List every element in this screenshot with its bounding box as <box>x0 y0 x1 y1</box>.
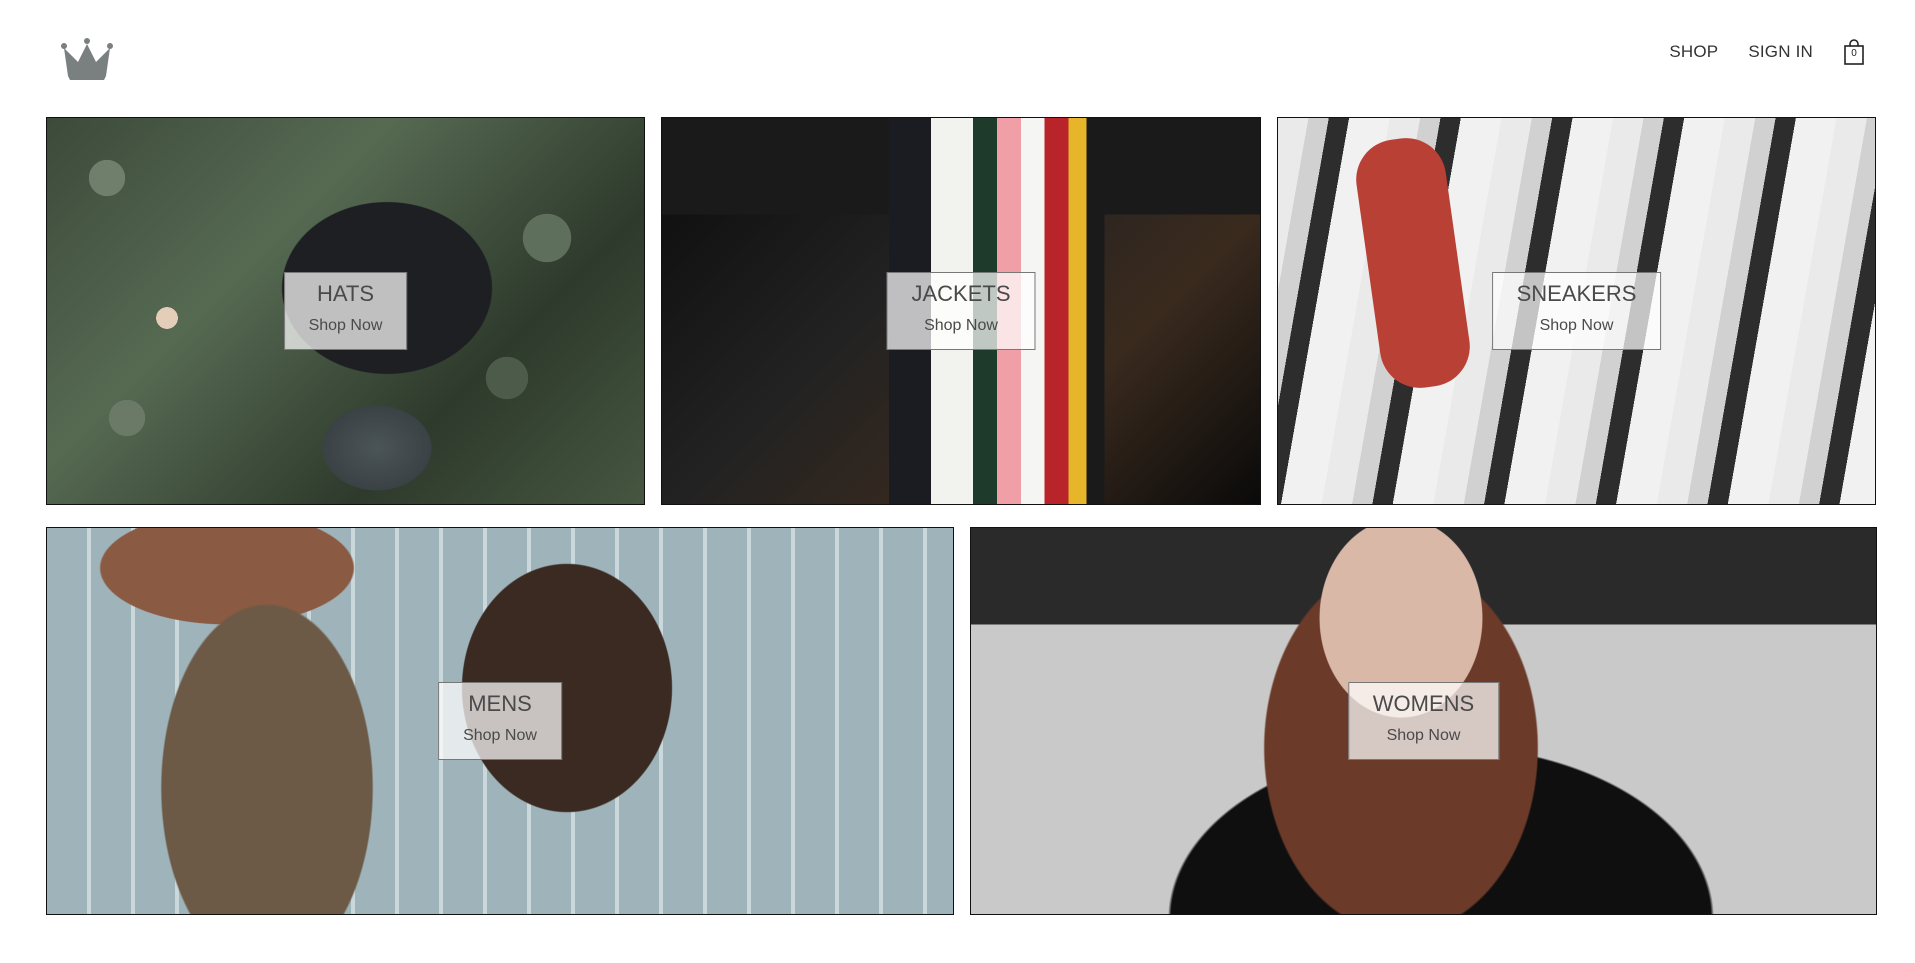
category-title: MENS <box>468 691 532 716</box>
shop-now-link[interactable]: Shop Now <box>463 723 537 749</box>
shop-now-link[interactable]: Shop Now <box>1373 723 1474 749</box>
site-header: SHOP SIGN IN 0 <box>0 0 1915 110</box>
cart-count: 0 <box>1851 48 1857 59</box>
nav-shop-link[interactable]: SHOP <box>1669 42 1718 62</box>
category-title: WOMENS <box>1372 691 1475 716</box>
shopping-bag-icon[interactable]: 0 <box>1843 39 1865 65</box>
category-label[interactable]: MENS Shop Now <box>438 682 562 760</box>
category-tile-sneakers[interactable]: SNEAKERS Shop Now <box>1277 117 1876 505</box>
category-tile-jackets[interactable]: JACKETS Shop Now <box>661 117 1261 505</box>
shop-now-link[interactable]: Shop Now <box>1517 313 1637 339</box>
category-title: HATS <box>316 281 375 306</box>
category-label[interactable]: JACKETS Shop Now <box>886 272 1036 350</box>
category-tile-mens[interactable]: MENS Shop Now <box>46 527 954 915</box>
category-label[interactable]: HATS Shop Now <box>283 272 408 350</box>
category-tile-hats[interactable]: HATS Shop Now <box>46 117 645 505</box>
category-label[interactable]: SNEAKERS Shop Now <box>1491 272 1662 350</box>
category-tile-womens[interactable]: WOMENS Shop Now <box>970 527 1877 915</box>
nav-sign-in-link[interactable]: SIGN IN <box>1748 42 1813 62</box>
crown-logo-icon[interactable] <box>58 36 116 84</box>
category-title: SNEAKERS <box>1516 281 1637 306</box>
category-title: JACKETS <box>911 281 1011 306</box>
main-nav: SHOP SIGN IN 0 <box>1669 39 1865 65</box>
category-label[interactable]: WOMENS Shop Now <box>1347 682 1500 760</box>
shop-now-link[interactable]: Shop Now <box>911 313 1010 339</box>
shop-now-link[interactable]: Shop Now <box>309 313 383 339</box>
